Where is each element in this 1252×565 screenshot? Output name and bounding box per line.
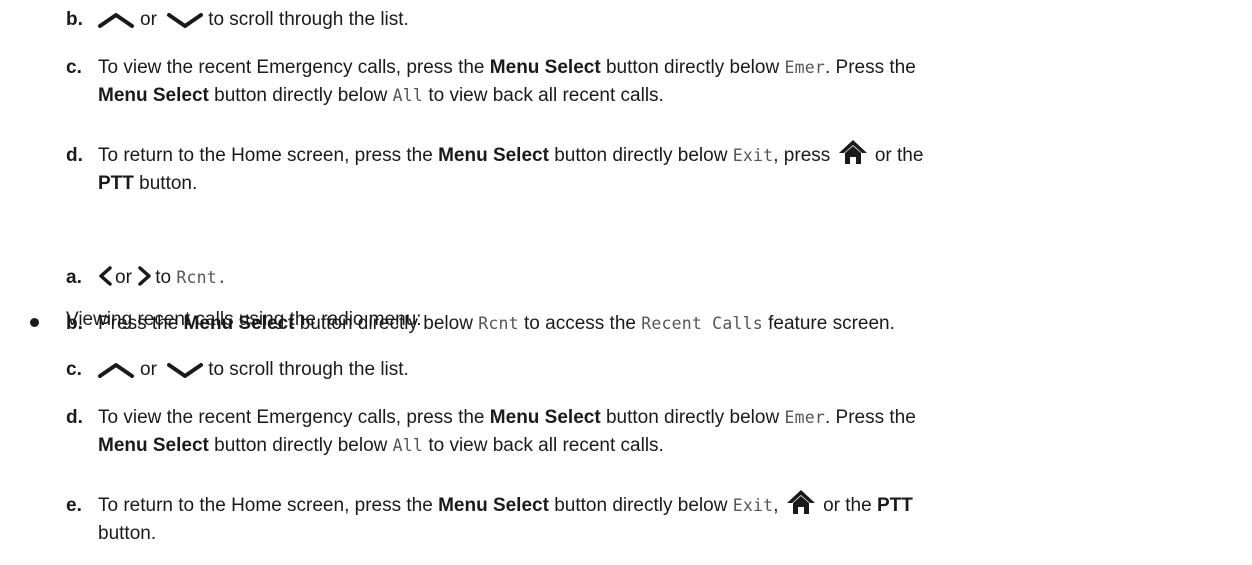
step-c-emergency: c. To view the recent Emergency calls, p… bbox=[66, 54, 1246, 110]
text-run: To return to the Home screen, press the bbox=[98, 495, 439, 516]
text-run: to view back all recent calls. bbox=[423, 435, 664, 456]
code-rcnt: Rcnt. bbox=[176, 268, 227, 287]
line-2: button. bbox=[98, 520, 1246, 548]
code-all: All bbox=[392, 86, 424, 105]
text-run: button. bbox=[133, 173, 198, 194]
step-b-scroll: b. or to scroll through the list. bbox=[66, 6, 1246, 34]
text-run: button directly below bbox=[548, 495, 733, 516]
code-rcnt: Rcnt bbox=[478, 314, 519, 333]
code-recent-calls: Recent Calls bbox=[641, 314, 763, 333]
step-letter: d. bbox=[66, 145, 83, 166]
step-text: or to scroll through the list. bbox=[98, 6, 1246, 34]
text-run: , press bbox=[773, 145, 836, 166]
step-letter: b. bbox=[66, 313, 83, 334]
text-run: feature screen. bbox=[762, 313, 895, 334]
step-e-home: e. To return to the Home screen, press t… bbox=[66, 489, 1246, 548]
home-icon bbox=[838, 139, 867, 164]
text-run: Press the bbox=[98, 313, 184, 334]
step-b-access: b. Press the Menu Select button directly… bbox=[66, 310, 1246, 338]
chevron-left-icon bbox=[99, 266, 112, 287]
text-run: button directly below bbox=[208, 435, 393, 456]
or-text: or bbox=[140, 359, 157, 380]
text-run: to access the bbox=[518, 313, 642, 334]
chevron-up-icon bbox=[98, 12, 134, 28]
code-exit: Exit bbox=[732, 146, 774, 165]
text-run: To view the recent Emergency calls, pres… bbox=[98, 407, 490, 428]
document-page: b. or to scroll through the list. c. To … bbox=[0, 0, 1252, 565]
text-run: , bbox=[773, 495, 784, 516]
step-text: To return to the Home screen, press the … bbox=[98, 139, 1246, 198]
to-text: to bbox=[155, 267, 172, 288]
text-run: To return to the Home screen, press the bbox=[98, 145, 439, 166]
step-letter: d. bbox=[66, 407, 83, 428]
step-text: To view the recent Emergency calls, pres… bbox=[98, 404, 1246, 460]
text-run: . Press the bbox=[824, 407, 916, 428]
ptt-term: PTT bbox=[98, 173, 134, 194]
step-d-emergency: d. To view the recent Emergency calls, p… bbox=[66, 404, 1246, 460]
step-letter: c. bbox=[66, 359, 82, 380]
step-text: Press the Menu Select button directly be… bbox=[98, 310, 1246, 338]
line-2: Menu Select button directly below All to… bbox=[98, 432, 1246, 460]
step-tail: to scroll through the list. bbox=[208, 359, 409, 380]
menu-select-term: Menu Select bbox=[489, 407, 601, 428]
menu-select-term: Menu Select bbox=[489, 57, 601, 78]
step-c-scroll: c. or to scroll through the list. bbox=[66, 356, 1246, 384]
text-run: or the bbox=[817, 495, 877, 516]
text-run: button directly below bbox=[294, 313, 479, 334]
step-letter: a. bbox=[66, 267, 82, 288]
text-run: . Press the bbox=[824, 57, 916, 78]
step-d-home: d. To return to the Home screen, press t… bbox=[66, 139, 1246, 198]
text-run: button directly below bbox=[600, 57, 785, 78]
step-text: or to Rcnt. bbox=[98, 264, 1246, 292]
chevron-down-icon bbox=[167, 12, 204, 28]
bullet-dot bbox=[30, 318, 39, 327]
chevron-down-icon bbox=[167, 362, 204, 378]
step-letter: c. bbox=[66, 57, 82, 78]
text-run: To view the recent Emergency calls, pres… bbox=[98, 57, 490, 78]
line-2: PTT button. bbox=[98, 170, 1246, 198]
code-emer: Emer bbox=[784, 408, 825, 427]
step-text: or to scroll through the list. bbox=[98, 356, 1246, 384]
text-run: button directly below bbox=[600, 407, 785, 428]
text-run: button directly below bbox=[208, 85, 393, 106]
text-run: to view back all recent calls. bbox=[423, 85, 664, 106]
menu-select-term: Menu Select bbox=[438, 495, 549, 516]
code-exit: Exit bbox=[732, 496, 774, 515]
menu-select-term: Menu Select bbox=[438, 145, 549, 166]
text-run: button. bbox=[98, 523, 157, 544]
chevron-right-icon bbox=[138, 266, 151, 287]
step-letter: b. bbox=[66, 9, 83, 30]
ptt-term: PTT bbox=[876, 495, 913, 516]
code-all: All bbox=[392, 436, 424, 455]
step-a-navigate: a. or to Rcnt. bbox=[66, 264, 1246, 292]
or-text: or bbox=[115, 267, 132, 288]
step-text: To view the recent Emergency calls, pres… bbox=[98, 54, 1246, 110]
menu-select-term: Menu Select bbox=[98, 85, 209, 106]
text-run: button directly below bbox=[548, 145, 733, 166]
line-2: Menu Select button directly below All to… bbox=[98, 82, 1246, 110]
code-emer: Emer bbox=[784, 58, 825, 77]
or-text: or bbox=[140, 9, 157, 30]
chevron-up-icon bbox=[98, 362, 134, 378]
step-text: To return to the Home screen, press the … bbox=[98, 489, 1246, 548]
step-letter: e. bbox=[66, 495, 82, 516]
menu-select-term: Menu Select bbox=[98, 435, 209, 456]
menu-select-term: Menu Select bbox=[183, 313, 295, 334]
step-tail: to scroll through the list. bbox=[208, 9, 409, 30]
text-run: or the bbox=[869, 145, 924, 166]
home-icon bbox=[786, 489, 815, 514]
